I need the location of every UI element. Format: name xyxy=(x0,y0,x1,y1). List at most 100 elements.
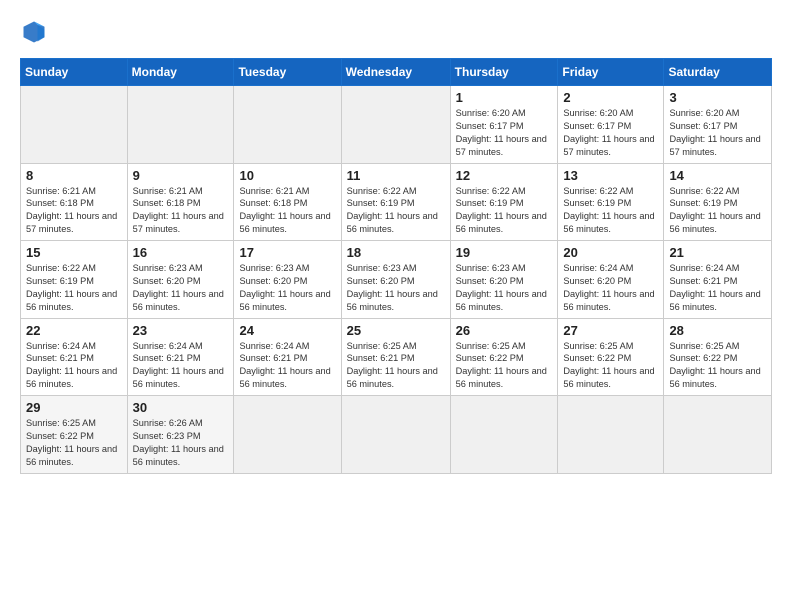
week-row-3: 22 Sunrise: 6:24 AMSunset: 6:21 PMDayligh… xyxy=(21,318,772,396)
week-row-1: 8 Sunrise: 6:21 AMSunset: 6:18 PMDaylight… xyxy=(21,163,772,241)
day-info: Sunrise: 6:25 AMSunset: 6:22 PMDaylight:… xyxy=(563,340,658,392)
weekday-header-saturday: Saturday xyxy=(664,59,772,86)
weekday-header-tuesday: Tuesday xyxy=(234,59,341,86)
day-info: Sunrise: 6:26 AMSunset: 6:23 PMDaylight:… xyxy=(133,417,229,469)
weekday-header-thursday: Thursday xyxy=(450,59,558,86)
day-number: 30 xyxy=(133,400,229,415)
calendar-cell xyxy=(341,86,450,164)
day-info: Sunrise: 6:23 AMSunset: 6:20 PMDaylight:… xyxy=(456,262,553,314)
calendar-cell: 24 Sunrise: 6:24 AMSunset: 6:21 PMDayligh… xyxy=(234,318,341,396)
day-number: 9 xyxy=(133,168,229,183)
day-number: 23 xyxy=(133,323,229,338)
calendar-cell: 16 Sunrise: 6:23 AMSunset: 6:20 PMDayligh… xyxy=(127,241,234,319)
header xyxy=(20,18,772,46)
calendar-cell: 25 Sunrise: 6:25 AMSunset: 6:21 PMDayligh… xyxy=(341,318,450,396)
weekday-header-friday: Friday xyxy=(558,59,664,86)
calendar-cell xyxy=(450,396,558,474)
day-number: 10 xyxy=(239,168,335,183)
calendar-cell xyxy=(21,86,128,164)
day-number: 24 xyxy=(239,323,335,338)
week-row-4: 29 Sunrise: 6:25 AMSunset: 6:22 PMDayligh… xyxy=(21,396,772,474)
day-number: 12 xyxy=(456,168,553,183)
day-info: Sunrise: 6:24 AMSunset: 6:20 PMDaylight:… xyxy=(563,262,658,314)
calendar-cell: 14 Sunrise: 6:22 AMSunset: 6:19 PMDayligh… xyxy=(664,163,772,241)
weekday-header-sunday: Sunday xyxy=(21,59,128,86)
calendar-cell: 21 Sunrise: 6:24 AMSunset: 6:21 PMDayligh… xyxy=(664,241,772,319)
day-info: Sunrise: 6:21 AMSunset: 6:18 PMDaylight:… xyxy=(26,185,122,237)
day-number: 13 xyxy=(563,168,658,183)
day-number: 21 xyxy=(669,245,766,260)
day-number: 18 xyxy=(347,245,445,260)
day-info: Sunrise: 6:20 AMSunset: 6:17 PMDaylight:… xyxy=(563,107,658,159)
day-info: Sunrise: 6:21 AMSunset: 6:18 PMDaylight:… xyxy=(239,185,335,237)
calendar-cell: 17 Sunrise: 6:23 AMSunset: 6:20 PMDayligh… xyxy=(234,241,341,319)
day-info: Sunrise: 6:25 AMSunset: 6:22 PMDaylight:… xyxy=(456,340,553,392)
day-number: 2 xyxy=(563,90,658,105)
day-info: Sunrise: 6:21 AMSunset: 6:18 PMDaylight:… xyxy=(133,185,229,237)
calendar-cell: 28 Sunrise: 6:25 AMSunset: 6:22 PMDayligh… xyxy=(664,318,772,396)
day-number: 3 xyxy=(669,90,766,105)
calendar-cell: 13 Sunrise: 6:22 AMSunset: 6:19 PMDayligh… xyxy=(558,163,664,241)
week-row-2: 15 Sunrise: 6:22 AMSunset: 6:19 PMDayligh… xyxy=(21,241,772,319)
calendar-cell xyxy=(234,396,341,474)
day-info: Sunrise: 6:22 AMSunset: 6:19 PMDaylight:… xyxy=(669,185,766,237)
day-number: 1 xyxy=(456,90,553,105)
day-info: Sunrise: 6:25 AMSunset: 6:22 PMDaylight:… xyxy=(669,340,766,392)
day-info: Sunrise: 6:25 AMSunset: 6:21 PMDaylight:… xyxy=(347,340,445,392)
day-number: 25 xyxy=(347,323,445,338)
weekday-header-wednesday: Wednesday xyxy=(341,59,450,86)
day-info: Sunrise: 6:24 AMSunset: 6:21 PMDaylight:… xyxy=(239,340,335,392)
day-info: Sunrise: 6:20 AMSunset: 6:17 PMDaylight:… xyxy=(669,107,766,159)
day-info: Sunrise: 6:25 AMSunset: 6:22 PMDaylight:… xyxy=(26,417,122,469)
calendar-cell xyxy=(664,396,772,474)
calendar-cell: 29 Sunrise: 6:25 AMSunset: 6:22 PMDayligh… xyxy=(21,396,128,474)
day-info: Sunrise: 6:22 AMSunset: 6:19 PMDaylight:… xyxy=(563,185,658,237)
day-number: 29 xyxy=(26,400,122,415)
day-info: Sunrise: 6:22 AMSunset: 6:19 PMDaylight:… xyxy=(26,262,122,314)
logo xyxy=(20,18,52,46)
weekday-header-monday: Monday xyxy=(127,59,234,86)
calendar-cell: 15 Sunrise: 6:22 AMSunset: 6:19 PMDayligh… xyxy=(21,241,128,319)
day-number: 8 xyxy=(26,168,122,183)
calendar-cell: 27 Sunrise: 6:25 AMSunset: 6:22 PMDayligh… xyxy=(558,318,664,396)
calendar-cell xyxy=(234,86,341,164)
day-number: 22 xyxy=(26,323,122,338)
day-number: 14 xyxy=(669,168,766,183)
calendar-cell: 22 Sunrise: 6:24 AMSunset: 6:21 PMDayligh… xyxy=(21,318,128,396)
day-number: 27 xyxy=(563,323,658,338)
day-number: 11 xyxy=(347,168,445,183)
calendar-cell: 1 Sunrise: 6:20 AMSunset: 6:17 PMDaylight… xyxy=(450,86,558,164)
calendar-cell: 8 Sunrise: 6:21 AMSunset: 6:18 PMDaylight… xyxy=(21,163,128,241)
day-number: 19 xyxy=(456,245,553,260)
calendar-cell: 2 Sunrise: 6:20 AMSunset: 6:17 PMDaylight… xyxy=(558,86,664,164)
day-number: 26 xyxy=(456,323,553,338)
calendar-cell: 9 Sunrise: 6:21 AMSunset: 6:18 PMDaylight… xyxy=(127,163,234,241)
calendar-cell: 26 Sunrise: 6:25 AMSunset: 6:22 PMDayligh… xyxy=(450,318,558,396)
day-info: Sunrise: 6:20 AMSunset: 6:17 PMDaylight:… xyxy=(456,107,553,159)
day-number: 20 xyxy=(563,245,658,260)
day-info: Sunrise: 6:23 AMSunset: 6:20 PMDaylight:… xyxy=(239,262,335,314)
calendar-cell xyxy=(341,396,450,474)
calendar-cell xyxy=(558,396,664,474)
day-info: Sunrise: 6:24 AMSunset: 6:21 PMDaylight:… xyxy=(669,262,766,314)
calendar-cell xyxy=(127,86,234,164)
day-number: 15 xyxy=(26,245,122,260)
day-number: 28 xyxy=(669,323,766,338)
page: SundayMondayTuesdayWednesdayThursdayFrid… xyxy=(0,0,792,612)
calendar-cell: 30 Sunrise: 6:26 AMSunset: 6:23 PMDayligh… xyxy=(127,396,234,474)
day-info: Sunrise: 6:24 AMSunset: 6:21 PMDaylight:… xyxy=(26,340,122,392)
day-info: Sunrise: 6:23 AMSunset: 6:20 PMDaylight:… xyxy=(133,262,229,314)
calendar-cell: 20 Sunrise: 6:24 AMSunset: 6:20 PMDayligh… xyxy=(558,241,664,319)
week-row-0: 1 Sunrise: 6:20 AMSunset: 6:17 PMDaylight… xyxy=(21,86,772,164)
day-info: Sunrise: 6:22 AMSunset: 6:19 PMDaylight:… xyxy=(347,185,445,237)
calendar-cell: 18Sunrise: 6:23 AMSunset: 6:20 PMDayligh… xyxy=(341,241,450,319)
day-number: 16 xyxy=(133,245,229,260)
calendar-cell: 12Sunrise: 6:22 AMSunset: 6:19 PMDayligh… xyxy=(450,163,558,241)
calendar-cell: 19 Sunrise: 6:23 AMSunset: 6:20 PMDayligh… xyxy=(450,241,558,319)
logo-icon xyxy=(20,18,48,46)
day-info: Sunrise: 6:24 AMSunset: 6:21 PMDaylight:… xyxy=(133,340,229,392)
day-number: 17 xyxy=(239,245,335,260)
calendar-cell: 10 Sunrise: 6:21 AMSunset: 6:18 PMDayligh… xyxy=(234,163,341,241)
calendar-cell: 11 Sunrise: 6:22 AMSunset: 6:19 PMDayligh… xyxy=(341,163,450,241)
calendar-cell: 23 Sunrise: 6:24 AMSunset: 6:21 PMDayligh… xyxy=(127,318,234,396)
